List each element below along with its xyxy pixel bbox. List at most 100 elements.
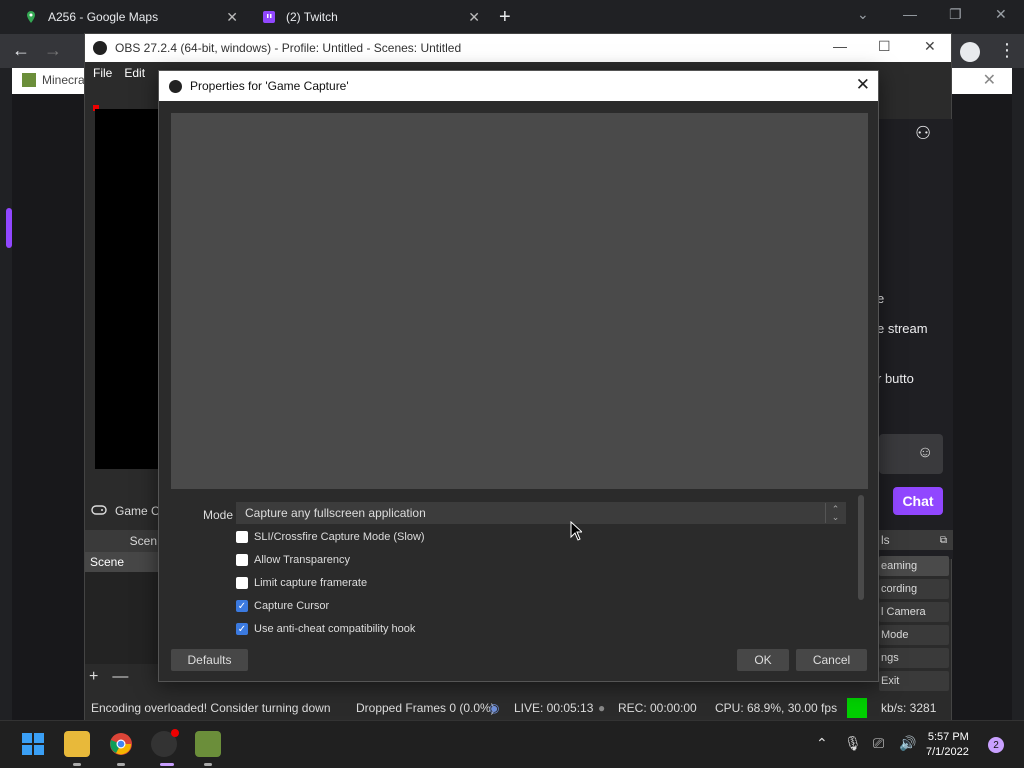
chat-button[interactable]: Chat [893, 487, 943, 515]
dropdown-arrows-icon: ⌃ ⌄ [825, 503, 845, 523]
scene-item[interactable]: Scene [85, 552, 159, 572]
mode-dropdown[interactable]: Capture any fullscreen application ⌃ ⌄ [236, 502, 846, 524]
checkbox-unchecked-icon[interactable] [236, 554, 248, 566]
option-capture-cursor[interactable]: ✓ Capture Cursor [236, 600, 329, 612]
recording-badge [171, 729, 179, 737]
remove-scene-icon[interactable]: — [112, 668, 128, 686]
forward-icon[interactable]: → [44, 40, 62, 61]
network-icon[interactable]: ⎚ [873, 735, 884, 752]
clock-date: 7/1/2022 [926, 746, 969, 758]
settings-button[interactable]: ngs [879, 648, 949, 668]
controls-header-label: ls [881, 533, 890, 547]
minimize-icon[interactable]: — [833, 38, 847, 54]
emote-icon[interactable]: ☺ [917, 444, 933, 462]
controls-dock-header: ls ⧉ [879, 530, 953, 550]
menu-file[interactable]: File [93, 66, 112, 80]
connection-status-indicator [847, 698, 867, 718]
cancel-button[interactable]: Cancel [796, 649, 867, 671]
scene-buttons: + — [89, 668, 128, 686]
bitrate: kb/s: 3281 [881, 701, 937, 715]
minimize-icon[interactable]: — [903, 6, 917, 22]
chrome-icon[interactable] [108, 731, 134, 757]
chat-text-2: e stream [877, 321, 928, 336]
clock-time: 5:57 PM [927, 731, 969, 743]
close-icon[interactable]: ✕ [924, 38, 936, 55]
start-recording-button[interactable]: cording [879, 579, 949, 599]
taskbar-indicator [204, 763, 212, 766]
exit-button[interactable]: Exit [879, 671, 949, 691]
obs-preview[interactable] [95, 109, 159, 469]
option-allow-transparency[interactable]: Allow Transparency [236, 554, 350, 566]
new-tab-icon[interactable]: + [499, 6, 511, 29]
windows-start-icon[interactable] [20, 731, 46, 757]
option-anti-cheat-hook[interactable]: ✓ Use anti-cheat compatibility hook [236, 623, 415, 635]
virtual-camera-button[interactable]: l Camera [879, 602, 949, 622]
menu-edit[interactable]: Edit [124, 66, 145, 80]
volume-icon[interactable]: 🔊 [899, 735, 916, 752]
minecraft-label: Minecra [42, 73, 85, 87]
option-label: Allow Transparency [254, 554, 350, 566]
notification-badge[interactable]: 2 [988, 737, 1004, 753]
obs-logo-icon [169, 79, 182, 93]
options-scrollbar[interactable] [857, 495, 865, 603]
checkbox-checked-icon[interactable]: ✓ [236, 600, 248, 612]
taskbar-indicator [73, 763, 81, 766]
tab-google-maps[interactable]: A256 - Google Maps ✕ [14, 0, 246, 34]
gamepad-icon [91, 504, 107, 518]
twitch-sidebar-indicator [6, 208, 12, 248]
taskbar-indicator [117, 763, 125, 766]
cpu-usage: CPU: 68.9%, 30.00 fps [715, 701, 838, 715]
close-tab-icon[interactable]: ✕ [226, 9, 238, 26]
obs-title-bar: OBS 27.2.4 (64-bit, windows) - Profile: … [85, 34, 951, 62]
source-item[interactable]: Game Ca [91, 504, 166, 518]
checkbox-checked-icon[interactable]: ✓ [236, 623, 248, 635]
obs-taskbar-icon[interactable] [151, 729, 179, 757]
option-label: SLI/Crossfire Capture Mode (Slow) [254, 531, 425, 543]
close-icon[interactable]: ✕ [983, 70, 996, 90]
minecraft-item[interactable]: Minecra [22, 73, 85, 87]
scenes-dock-header: Scen [85, 530, 159, 552]
option-sli-crossfire[interactable]: SLI/Crossfire Capture Mode (Slow) [236, 531, 425, 543]
live-icon: ◉ [489, 701, 500, 715]
chat-input[interactable]: ☺ [879, 434, 943, 474]
add-scene-icon[interactable]: + [89, 668, 98, 686]
microphone-icon[interactable]: 🎙 [844, 735, 862, 752]
properties-dialog: Properties for 'Game Capture' ✕ Mode Cap… [158, 70, 879, 682]
profile-avatar[interactable] [960, 42, 980, 62]
chevron-up-icon[interactable]: ⌃ [816, 735, 828, 752]
tab-label: (2) Twitch [286, 10, 338, 24]
minecraft-taskbar-icon[interactable] [195, 731, 221, 757]
ok-button[interactable]: OK [737, 649, 789, 671]
start-streaming-button[interactable]: eaming [879, 556, 949, 576]
close-tab-icon[interactable]: ✕ [468, 9, 480, 26]
obs-logo-icon [93, 41, 107, 55]
status-message: Encoding overloaded! Consider turning do… [91, 701, 331, 715]
community-icon[interactable]: ⚇ [915, 123, 931, 144]
mouse-cursor-icon [570, 521, 582, 541]
undock-icon[interactable]: ⧉ [940, 535, 947, 546]
minecraft-icon [22, 73, 36, 87]
maximize-icon[interactable]: ☐ [878, 38, 891, 55]
checkbox-unchecked-icon[interactable] [236, 577, 248, 589]
studio-mode-button[interactable]: Mode [879, 625, 949, 645]
restore-icon[interactable]: ❐ [949, 6, 962, 23]
capture-preview [171, 113, 868, 489]
obs-title: OBS 27.2.4 (64-bit, windows) - Profile: … [115, 41, 462, 55]
taskbar-clock[interactable]: 5:57 PM 7/1/2022 [926, 730, 969, 760]
close-icon[interactable]: ✕ [995, 6, 1007, 23]
close-icon[interactable]: ✕ [856, 75, 870, 95]
back-icon[interactable]: ← [12, 40, 30, 61]
option-label: Capture Cursor [254, 600, 330, 612]
defaults-button[interactable]: Defaults [171, 649, 248, 671]
option-label: Limit capture framerate [254, 577, 368, 589]
option-limit-framerate[interactable]: Limit capture framerate [236, 577, 367, 589]
taskbar-indicator [160, 763, 174, 766]
tab-twitch[interactable]: (2) Twitch ✕ [252, 0, 488, 34]
tab-search-icon[interactable]: ⌄ [857, 6, 869, 23]
tab-label: A256 - Google Maps [48, 10, 159, 24]
chat-text-3: r butto [877, 371, 914, 386]
scene-list [85, 572, 159, 664]
file-explorer-icon[interactable] [64, 731, 90, 757]
checkbox-unchecked-icon[interactable] [236, 531, 248, 543]
more-menu-icon[interactable]: ⋮ [998, 40, 1016, 61]
